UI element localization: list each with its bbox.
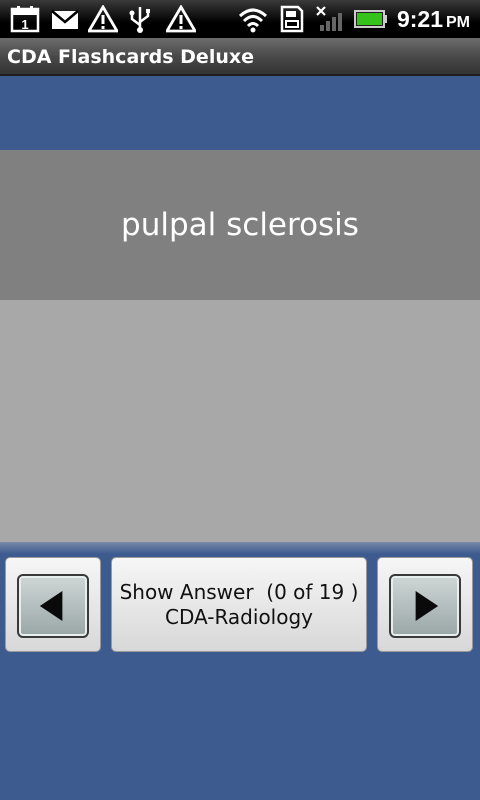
clock-time: 9:21 [396, 6, 443, 32]
next-card-button[interactable] [377, 557, 473, 652]
flashcard-term: pulpal sclerosis [121, 207, 359, 243]
show-answer-button[interactable]: Show Answer (0 of 19 ) CDA-Radiology [111, 557, 367, 652]
card-shadow [0, 542, 480, 554]
calendar-day: 1 [21, 17, 28, 32]
usb-icon [127, 5, 153, 33]
app-title: CDA Flashcards Deluxe [7, 46, 254, 68]
status-bar: 1 9:21 PM [0, 0, 480, 38]
card-top-area [0, 76, 480, 150]
right-arrow-icon [389, 574, 461, 638]
sd-card-icon [278, 5, 306, 33]
warning-icon [88, 5, 118, 33]
previous-card-button[interactable] [5, 557, 101, 652]
battery-icon [354, 5, 388, 33]
deck-name-label: CDA-Radiology [165, 604, 313, 629]
signal-off-icon [314, 5, 348, 33]
clock: 9:21 PM [397, 5, 470, 33]
flashcard-answer-area[interactable] [0, 300, 480, 542]
clock-ampm: PM [446, 14, 470, 31]
show-answer-label: Show Answer (0 of 19 ) [119, 579, 359, 604]
calendar-icon: 1 [10, 5, 40, 33]
warning-icon [166, 5, 196, 33]
left-arrow-icon [17, 574, 89, 638]
title-bar: CDA Flashcards Deluxe [0, 38, 480, 76]
mail-icon [50, 5, 80, 33]
flashcard-front[interactable]: pulpal sclerosis [0, 150, 480, 300]
wifi-icon [238, 5, 268, 33]
